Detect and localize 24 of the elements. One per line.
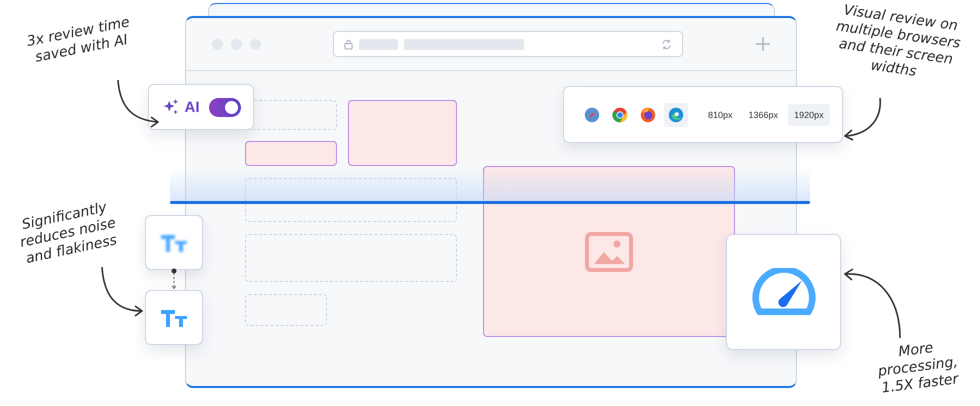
width-option[interactable]: 1920px (788, 104, 830, 126)
toggle-switch[interactable] (208, 98, 240, 116)
annotation-text: Visual review on multiple browsers and their screen widths (834, 1, 962, 82)
curved-arrow (844, 268, 901, 339)
url-placeholder (359, 38, 398, 50)
curved-arrow (844, 97, 882, 141)
annotation-text: More processing, 1.5X faster (876, 339, 960, 398)
width-option[interactable]: 1366px (742, 104, 784, 126)
speedometer-icon (750, 268, 816, 316)
new-tab-icon[interactable] (756, 37, 770, 51)
browser-icon[interactable] (664, 102, 688, 126)
curved-arrow (117, 79, 159, 128)
reload-icon[interactable] (661, 38, 672, 50)
lock-icon (344, 38, 353, 50)
sparkle-icon (162, 98, 180, 116)
image-icon (585, 232, 633, 272)
connector-arrow (170, 268, 178, 290)
curved-arrow (101, 266, 143, 317)
ai-label: AI (184, 98, 200, 116)
width-option[interactable]: 810px (702, 104, 739, 126)
blurred-text-icon (160, 232, 188, 252)
address-bar[interactable] (333, 31, 683, 57)
text-icon (160, 308, 188, 328)
annotation-text: 3x review time saved with AI (24, 13, 132, 68)
